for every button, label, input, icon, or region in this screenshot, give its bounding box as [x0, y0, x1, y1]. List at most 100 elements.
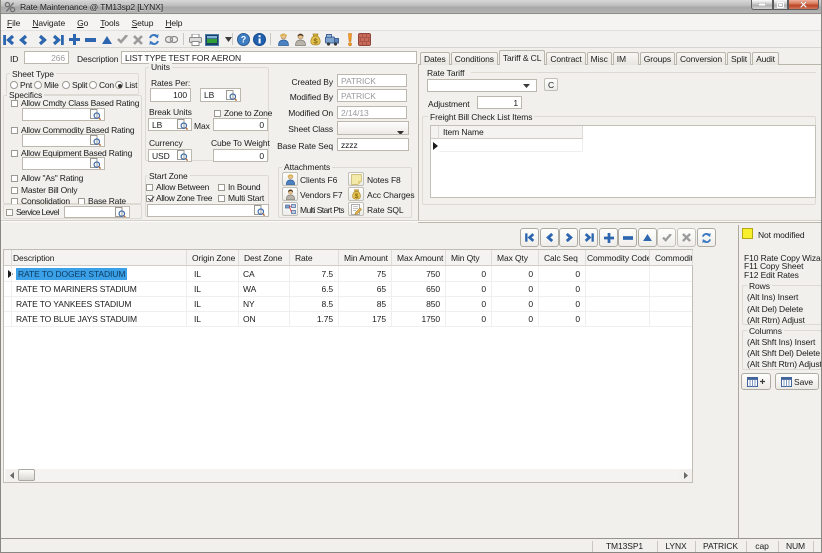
column-header[interactable]: Dest Zone	[239, 250, 290, 266]
grid-cell[interactable]: RATE TO DOGER STADIUM	[12, 266, 187, 281]
grid-cell[interactable]: 8.5	[290, 296, 339, 311]
grid-cell[interactable]	[650, 281, 693, 296]
grid-cell[interactable]: 85	[339, 296, 392, 311]
grid-options-button[interactable]	[741, 373, 771, 390]
sheet-type-con-radio[interactable]: Con	[89, 80, 114, 90]
columns-insert-hotkey[interactable]: (Alt Shft Ins) Insert	[747, 337, 822, 347]
tab-tariff-cl[interactable]: Tariff & CL	[499, 50, 545, 65]
acc-charges-icon[interactable]: $	[307, 32, 323, 47]
grid-cell[interactable]: 1.75	[290, 311, 339, 326]
acc-charges-label[interactable]: Acc Charges	[367, 190, 415, 200]
grid-prior-button[interactable]	[540, 228, 559, 247]
grid-cell[interactable]: RATE TO YANKEES STADIUM	[12, 296, 187, 311]
grid-cell[interactable]: IL	[187, 266, 239, 281]
service-level-field[interactable]	[64, 206, 130, 218]
grid-cell[interactable]: 650	[392, 281, 446, 296]
id-field[interactable]: 266	[24, 51, 69, 64]
print-icon[interactable]	[187, 32, 203, 47]
currency-field[interactable]: USD	[148, 149, 192, 162]
grid-cell[interactable]: 0	[492, 296, 539, 311]
tab-contract[interactable]: Contract	[546, 52, 585, 65]
rate-tariff-clear-button[interactable]: C	[544, 78, 558, 91]
grid-cell[interactable]: IL	[187, 296, 239, 311]
grid-cell[interactable]: 0	[539, 266, 586, 281]
hscroll-right-arrow[interactable]	[679, 469, 692, 482]
grid-cancel-button[interactable]	[677, 228, 696, 247]
menu-go[interactable]: Go	[71, 16, 94, 30]
notes-f8-label[interactable]: Notes F8	[367, 175, 401, 185]
tab-conversion[interactable]: Conversion	[676, 52, 726, 65]
grid-cell[interactable]: 1750	[392, 311, 446, 326]
grid-cell[interactable]: 850	[392, 296, 446, 311]
help-icon[interactable]: ?	[235, 32, 251, 47]
equipment-lookup-icon[interactable]	[89, 158, 101, 169]
modified-by-field[interactable]: PATRICK	[337, 89, 407, 102]
maximize-button[interactable]	[773, 0, 788, 10]
preview-dropdown-icon[interactable]	[220, 32, 236, 47]
allow-between-checkbox[interactable]: Allow Between	[146, 182, 209, 192]
allow-as-rating-checkbox[interactable]: Allow "As" Rating	[11, 173, 83, 183]
service-level-checkbox[interactable]: Service Level	[6, 207, 59, 217]
zone-to-zone-checkbox[interactable]: Zone to Zone	[214, 108, 272, 118]
grid-cell[interactable]	[586, 281, 650, 296]
sheet-type-split-radio[interactable]: Split	[62, 80, 87, 90]
grid-cell[interactable]: 0	[446, 281, 492, 296]
grid-cell[interactable]: 175	[339, 311, 392, 326]
grid-cell[interactable]: 6.5	[290, 281, 339, 296]
grid-insert-button[interactable]	[599, 228, 618, 247]
grid-cell[interactable]: IL	[187, 281, 239, 296]
rates-grid[interactable]: DescriptionOrigin ZoneDest ZoneRateMin A…	[3, 249, 693, 483]
sheet-type-mile-radio[interactable]: Mile	[34, 80, 59, 90]
multi-start-pts-label[interactable]: Multi Start Pts	[300, 205, 344, 215]
grid-edit-button[interactable]	[638, 228, 657, 247]
tab-im[interactable]: IM	[613, 52, 639, 65]
column-header[interactable]: Origin Zone	[187, 250, 239, 266]
grid-cell[interactable]: 0	[539, 311, 586, 326]
grid-next-button[interactable]	[559, 228, 578, 247]
checklist-row[interactable]	[439, 139, 583, 152]
rows-insert-hotkey[interactable]: (Alt Ins) Insert	[747, 292, 822, 302]
grid-cell[interactable]: 0	[492, 311, 539, 326]
hscroll-thumb[interactable]	[18, 469, 35, 481]
grid-cell[interactable]: RATE TO BLUE JAYS STADUIM	[12, 311, 187, 326]
grid-cell[interactable]: 0	[539, 296, 586, 311]
grid-cell[interactable]	[650, 296, 693, 311]
grid-cell[interactable]: 0	[492, 281, 539, 296]
grid-cell[interactable]: 0	[492, 266, 539, 281]
clients-button[interactable]	[282, 172, 298, 186]
grid-cell[interactable]: 0	[446, 311, 492, 326]
grid-last-button[interactable]	[579, 228, 598, 247]
grid-cell[interactable]: 0	[446, 296, 492, 311]
column-header[interactable]: Calc Seq	[539, 250, 586, 266]
in-bound-checkbox[interactable]: In Bound	[218, 182, 260, 192]
hotkey-f12[interactable]: F12 Edit Rates	[744, 270, 822, 280]
rows-delete-hotkey[interactable]: (Alt Del) Delete	[747, 304, 822, 314]
edit-record-icon[interactable]	[99, 32, 115, 47]
multi-start-pts-button[interactable]	[282, 202, 298, 216]
tab-groups[interactable]: Groups	[640, 52, 675, 65]
vendors-button[interactable]	[282, 187, 298, 201]
break-unit-field[interactable]: LB	[148, 118, 192, 131]
currency-lookup-icon[interactable]	[176, 150, 188, 161]
grid-cell[interactable]: NY	[239, 296, 290, 311]
grid-cell[interactable]: 75	[339, 266, 392, 281]
rows-adjust-hotkey[interactable]: (Alt Rtrn) Adjust	[747, 315, 822, 325]
modified-on-field[interactable]: 2/14/13	[337, 106, 407, 119]
clients-icon[interactable]	[275, 32, 291, 47]
column-header[interactable]: Min Amount	[339, 250, 392, 266]
allow-cmdty-class-checkbox[interactable]: Allow Cmdty Class Based Rating	[11, 98, 139, 108]
sheet-class-dropdown[interactable]	[337, 121, 409, 135]
close-button[interactable]	[788, 0, 819, 10]
service-level-lookup-icon[interactable]	[114, 207, 126, 217]
insert-record-icon[interactable]	[66, 32, 82, 47]
acc-charges-button[interactable]: $	[348, 187, 364, 201]
save-button[interactable]: Save	[775, 373, 819, 390]
menu-file[interactable]: File	[1, 16, 26, 30]
equipment-icon[interactable]	[324, 32, 340, 47]
menu-tools[interactable]: Tools	[94, 16, 125, 30]
grid-cell[interactable]: 750	[392, 266, 446, 281]
grid-cell[interactable]: RATE TO MARINERS STADIUM	[12, 281, 187, 296]
commodity-field[interactable]	[22, 134, 105, 147]
rates-unit-field[interactable]: LB	[200, 88, 241, 102]
column-header[interactable]: Min Qty	[446, 250, 492, 266]
